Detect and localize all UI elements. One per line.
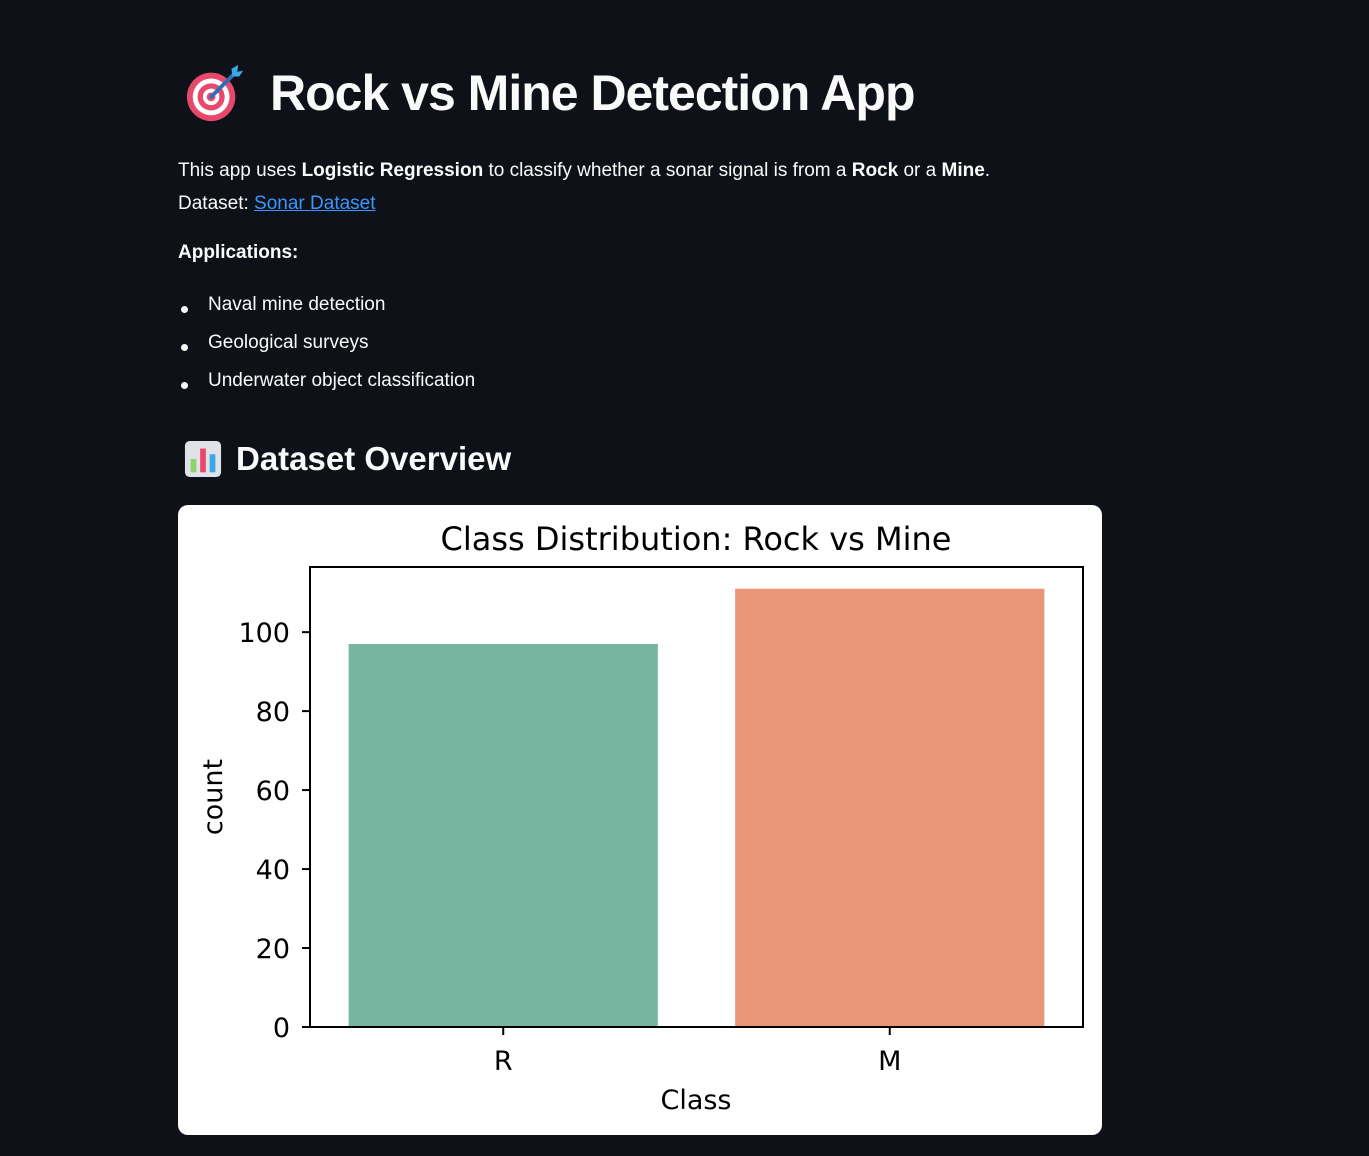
y-axis-label: count <box>198 759 229 835</box>
list-item: Geological surveys <box>178 332 475 370</box>
description-text: or a <box>898 160 942 181</box>
y-tick-label: 0 <box>273 1013 290 1044</box>
x-axis-label: Class <box>660 1085 731 1116</box>
app-description: This app uses Logistic Regression to cla… <box>178 154 990 220</box>
applications-list: Naval mine detection Geological surveys … <box>178 294 475 408</box>
model-name: Logistic Regression <box>301 160 484 181</box>
description-text: . <box>984 160 991 181</box>
sonar-dataset-link[interactable]: Sonar Dataset <box>254 193 375 214</box>
target-dart-icon <box>186 64 244 122</box>
y-tick-label: 20 <box>256 934 290 965</box>
x-tick-label: M <box>878 1046 901 1077</box>
page-title: Rock vs Mine Detection App <box>270 65 915 121</box>
section-title: Dataset Overview <box>236 440 512 477</box>
applications-heading: Applications: <box>178 242 299 263</box>
bar-m <box>735 588 1045 1027</box>
bar-chart: Class Distribution: Rock vs Mine R M 0 20 40… <box>198 520 1084 1116</box>
description-text: This app uses <box>178 160 302 181</box>
list-item: Naval mine detection <box>178 294 475 332</box>
mine-label: Mine <box>941 160 985 181</box>
x-tick-label: R <box>494 1046 513 1077</box>
description-line: This app uses Logistic Regression to cla… <box>178 154 990 187</box>
chart-title: Class Distribution: Rock vs Mine <box>441 520 952 558</box>
list-item: Underwater object classification <box>178 370 475 408</box>
dataset-label: Dataset: <box>178 193 255 214</box>
page-header: Rock vs Mine Detection App <box>184 62 915 124</box>
description-text: to classify whether a sonar signal is fr… <box>483 160 852 181</box>
bar-r <box>348 643 658 1027</box>
y-tick-label: 40 <box>256 855 290 886</box>
dataset-line: Dataset: Sonar Dataset <box>178 187 990 220</box>
y-tick-label: 60 <box>256 776 290 807</box>
y-tick-label: 80 <box>256 697 290 728</box>
y-tick-label: 100 <box>238 618 290 649</box>
bar-chart-icon <box>184 440 222 478</box>
dataset-overview-header: Dataset Overview <box>184 440 511 478</box>
rock-label: Rock <box>851 160 899 181</box>
class-distribution-chart: Class Distribution: Rock vs Mine R M 0 20 40… <box>178 505 1102 1135</box>
